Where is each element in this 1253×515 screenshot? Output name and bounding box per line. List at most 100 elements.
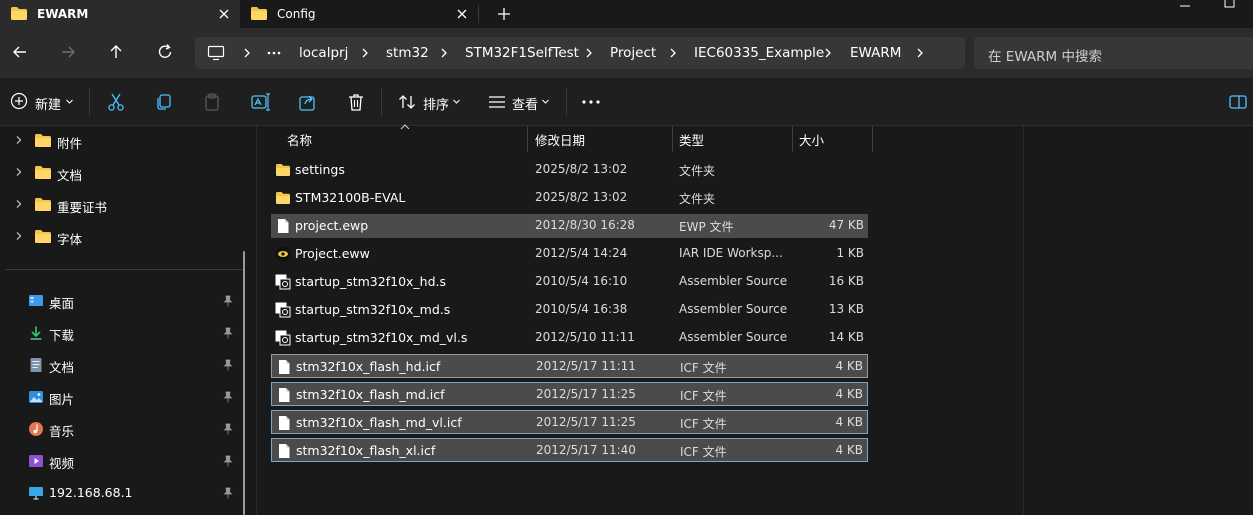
pin-icon[interactable] xyxy=(222,295,234,307)
cut-scissors-icon[interactable] xyxy=(105,91,127,113)
sidebar-scrollbar[interactable] xyxy=(243,251,245,515)
chevron-right-icon[interactable] xyxy=(822,47,834,59)
chevron-down-icon[interactable] xyxy=(452,97,461,106)
pin-icon[interactable] xyxy=(222,327,234,339)
folder-icon xyxy=(35,134,51,147)
sidebar-item-folder[interactable]: 重要证书 xyxy=(0,191,246,219)
breadcrumb-item[interactable]: stm32 xyxy=(386,45,429,61)
sidebar-item-network[interactable]: 192.168.68.1 xyxy=(0,479,246,507)
file-row[interactable]: stm32f10x_flash_xl.icf 2012/5/17 11:40 I… xyxy=(271,438,868,462)
column-header-type[interactable]: 类型 xyxy=(679,130,704,149)
minimize-icon[interactable] xyxy=(1162,0,1208,14)
chevron-right-icon[interactable] xyxy=(359,47,371,59)
delete-trash-icon[interactable] xyxy=(345,91,367,113)
close-icon[interactable] xyxy=(216,6,232,22)
sidebar-item-folder[interactable]: 字体 xyxy=(0,223,246,251)
file-row[interactable]: startup_stm32f10x_hd.s 2010/5/4 16:10 As… xyxy=(271,270,868,294)
sort-button[interactable]: 排序 xyxy=(423,94,449,113)
new-button[interactable]: 新建 xyxy=(35,94,61,113)
more-ellipsis-icon[interactable] xyxy=(266,50,282,56)
file-row[interactable]: stm32f10x_flash_md_vl.icf 2012/5/17 11:2… xyxy=(271,410,868,434)
file-name: startup_stm32f10x_hd.s xyxy=(295,274,447,289)
sidebar-item-videos[interactable]: 视频 xyxy=(0,447,246,475)
sidebar-item-folder[interactable]: 附件 xyxy=(0,127,246,155)
close-icon[interactable] xyxy=(454,6,470,22)
file-icon xyxy=(279,360,290,374)
file-row[interactable]: startup_stm32f10x_md_vl.s 2012/5/10 11:1… xyxy=(271,326,868,350)
up-arrow-icon[interactable] xyxy=(106,42,126,62)
pin-icon[interactable] xyxy=(222,455,234,467)
file-row[interactable]: STM32100B-EVAL 2025/8/2 13:02 文件夹 xyxy=(271,186,868,210)
column-divider[interactable] xyxy=(527,126,528,152)
new-tab-plus-icon[interactable] xyxy=(494,4,514,24)
pin-icon[interactable] xyxy=(222,391,234,403)
breadcrumb-item[interactable]: STM32F1SelfTest xyxy=(465,45,579,61)
breadcrumb-item[interactable]: IEC60335_Example xyxy=(694,45,824,61)
sidebar-item-desktop[interactable]: 桌面 xyxy=(0,287,246,315)
column-divider[interactable] xyxy=(672,126,673,152)
chevron-right-icon[interactable] xyxy=(14,167,24,177)
sidebar-item-documents[interactable]: 文档 xyxy=(0,351,246,379)
chevron-right-icon[interactable] xyxy=(914,47,926,59)
folder-icon xyxy=(276,164,290,176)
tab-config[interactable]: Config xyxy=(240,0,478,28)
refresh-icon[interactable] xyxy=(155,42,175,62)
sidebar-item-pictures[interactable]: 图片 xyxy=(0,383,246,411)
column-header-name[interactable]: 名称 xyxy=(287,130,312,149)
details-pane-icon[interactable] xyxy=(1228,92,1248,112)
paste-clipboard-icon[interactable] xyxy=(201,91,223,113)
maximize-icon[interactable] xyxy=(1207,0,1253,14)
tab-ewarm[interactable]: EWARM xyxy=(0,0,240,28)
breadcrumb-item[interactable]: EWARM xyxy=(850,45,901,61)
sidebar-item-label: 文档 xyxy=(49,360,75,375)
rename-icon[interactable] xyxy=(249,91,271,113)
file-row[interactable]: startup_stm32f10x_md.s 2010/5/4 16:38 As… xyxy=(271,298,868,322)
file-row[interactable]: project.ewp 2012/8/30 16:28 EWP 文件 47 KB xyxy=(271,214,868,238)
chevron-right-icon[interactable] xyxy=(667,47,679,59)
pin-icon[interactable] xyxy=(222,487,234,499)
sidebar-item-downloads[interactable]: 下载 xyxy=(0,319,246,347)
file-date: 2025/8/2 13:02 xyxy=(535,190,628,204)
chevron-down-icon[interactable] xyxy=(65,97,74,106)
chevron-right-icon[interactable] xyxy=(583,47,595,59)
view-list-icon[interactable] xyxy=(487,92,507,112)
breadcrumb-item[interactable]: localprj xyxy=(299,45,348,61)
file-row[interactable]: settings 2025/8/2 13:02 文件夹 xyxy=(271,158,868,182)
monitor-icon[interactable] xyxy=(207,45,225,61)
column-header-size[interactable]: 大小 xyxy=(799,130,824,149)
share-icon[interactable] xyxy=(297,91,319,113)
file-name: project.ewp xyxy=(295,218,369,233)
file-row[interactable]: stm32f10x_flash_hd.icf 2012/5/17 11:11 I… xyxy=(271,354,868,378)
back-arrow-icon[interactable] xyxy=(10,42,30,62)
column-header-date[interactable]: 修改日期 xyxy=(535,130,585,149)
sidebar-item-folder[interactable]: 文档 xyxy=(0,159,246,187)
pin-icon[interactable] xyxy=(222,359,234,371)
assembler-file-icon xyxy=(275,330,291,346)
search-input[interactable]: 在 EWARM 中搜索 xyxy=(974,37,1253,69)
pin-icon[interactable] xyxy=(222,423,234,435)
pictures-icon xyxy=(29,391,43,403)
file-name: settings xyxy=(295,162,345,177)
file-row[interactable]: stm32f10x_flash_md.icf 2012/5/17 11:25 I… xyxy=(271,382,868,406)
forward-arrow-icon[interactable] xyxy=(58,42,78,62)
file-name: startup_stm32f10x_md.s xyxy=(295,302,451,317)
breadcrumb-item[interactable]: Project xyxy=(610,45,656,61)
chevron-down-icon[interactable] xyxy=(541,97,550,106)
view-button[interactable]: 查看 xyxy=(512,94,538,113)
chevron-right-icon[interactable] xyxy=(438,47,450,59)
column-divider[interactable] xyxy=(872,126,873,152)
chevron-right-icon[interactable] xyxy=(14,135,24,145)
copy-icon[interactable] xyxy=(153,91,175,113)
sort-arrows-icon[interactable] xyxy=(397,92,417,112)
file-row[interactable]: Project.eww 2012/5/4 14:24 IAR IDE Works… xyxy=(271,242,868,266)
chevron-right-icon[interactable] xyxy=(241,47,253,59)
new-plus-circle-icon[interactable] xyxy=(10,92,28,110)
file-name: stm32f10x_flash_md.icf xyxy=(296,387,445,402)
sidebar-item-music[interactable]: 音乐 xyxy=(0,415,246,443)
column-divider[interactable] xyxy=(792,126,793,152)
chevron-right-icon[interactable] xyxy=(14,199,24,209)
chevron-right-icon[interactable] xyxy=(14,231,24,241)
address-bar[interactable]: localprj stm32 STM32F1SelfTest Project I… xyxy=(195,37,965,69)
more-ellipsis-icon[interactable] xyxy=(580,91,602,113)
file-name: stm32f10x_flash_md_vl.icf xyxy=(296,415,462,430)
